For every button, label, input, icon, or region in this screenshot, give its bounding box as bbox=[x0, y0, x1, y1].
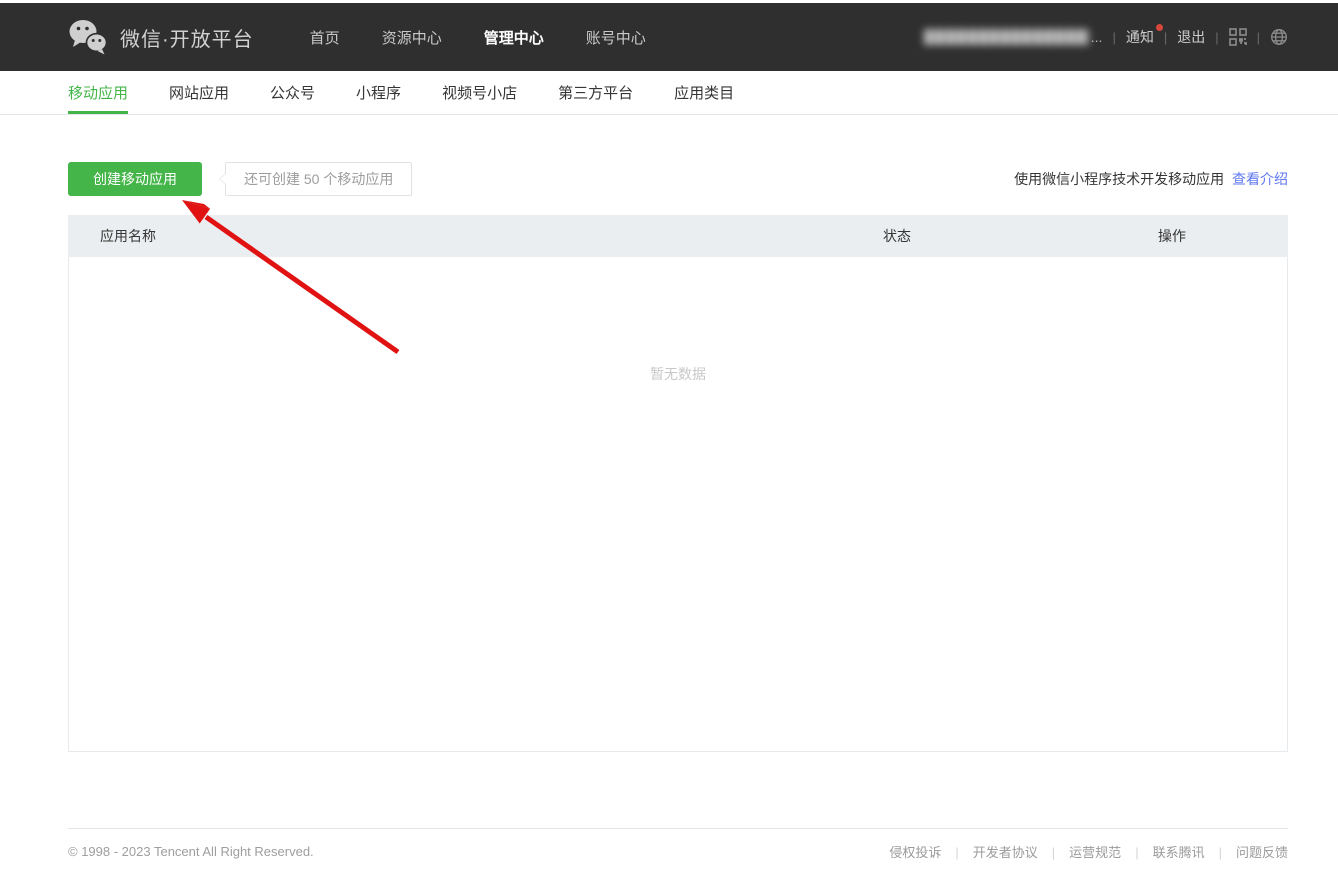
footer: © 1998 - 2023 Tencent All Right Reserved… bbox=[68, 828, 1288, 861]
tab-mobile-app[interactable]: 移动应用 bbox=[68, 71, 128, 114]
tab-app-category[interactable]: 应用类目 bbox=[674, 71, 734, 114]
table-header-row: 应用名称 状态 操作 bbox=[68, 215, 1288, 257]
divider: | bbox=[1257, 30, 1260, 45]
hint-text: 使用微信小程序技术开发移动应用 bbox=[1014, 171, 1224, 187]
tab-channels-shop[interactable]: 视频号小店 bbox=[442, 71, 517, 114]
empty-state-text: 暂无数据 bbox=[69, 257, 1287, 384]
nav-item-home[interactable]: 首页 bbox=[310, 27, 340, 48]
copyright-text: © 1998 - 2023 Tencent All Right Reserved… bbox=[68, 844, 314, 859]
divider: | bbox=[1215, 30, 1218, 45]
toolbar: 创建移动应用 还可创建 50 个移动应用 使用微信小程序技术开发移动应用 查看介… bbox=[68, 162, 1288, 196]
nav-item-account-center[interactable]: 账号中心 bbox=[586, 27, 646, 48]
tab-website-app[interactable]: 网站应用 bbox=[169, 71, 229, 114]
tab-third-party-platform[interactable]: 第三方平台 bbox=[558, 71, 633, 114]
qr-code-icon[interactable] bbox=[1229, 28, 1247, 46]
account-ellipsis: ... bbox=[1091, 29, 1103, 45]
tab-official-account[interactable]: 公众号 bbox=[270, 71, 315, 114]
tab-mini-program[interactable]: 小程序 bbox=[356, 71, 401, 114]
logout-link[interactable]: 退出 bbox=[1177, 27, 1205, 47]
column-header-action: 操作 bbox=[1158, 226, 1288, 246]
app-table: 应用名称 状态 操作 暂无数据 bbox=[68, 215, 1288, 752]
top-nav: 首页 资源中心 管理中心 账号中心 bbox=[310, 27, 646, 48]
footer-link-infringement-complaint[interactable]: 侵权投诉 bbox=[889, 842, 941, 861]
app-type-tabbar: 移动应用 网站应用 公众号 小程序 视频号小店 第三方平台 应用类目 bbox=[0, 71, 1338, 115]
nav-item-resource-center[interactable]: 资源中心 bbox=[382, 27, 442, 48]
divider: | bbox=[1112, 30, 1115, 45]
table-body: 暂无数据 bbox=[68, 257, 1288, 752]
wechat-open-platform-page: 微信·开放平台 首页 资源中心 管理中心 账号中心 ██████████████… bbox=[0, 0, 1338, 883]
footer-links: 侵权投诉 开发者协议 运营规范 联系腾讯 问题反馈 bbox=[889, 842, 1288, 861]
top-right-area: ████████████████ ... | 通知 | 退出 | | bbox=[924, 27, 1288, 47]
divider: | bbox=[1164, 30, 1167, 45]
nav-item-management-center[interactable]: 管理中心 bbox=[484, 27, 544, 48]
brand-title: 微信·开放平台 bbox=[120, 23, 254, 52]
column-header-app-name: 应用名称 bbox=[68, 226, 883, 246]
top-header: 微信·开放平台 首页 资源中心 管理中心 账号中心 ██████████████… bbox=[0, 3, 1338, 71]
column-header-status: 状态 bbox=[883, 226, 1158, 246]
footer-link-developer-agreement[interactable]: 开发者协议 bbox=[941, 842, 1037, 861]
view-intro-link[interactable]: 查看介绍 bbox=[1232, 171, 1288, 187]
create-mobile-app-button[interactable]: 创建移动应用 bbox=[68, 162, 202, 196]
footer-link-feedback[interactable]: 问题反馈 bbox=[1205, 842, 1288, 861]
account-name-masked[interactable]: ████████████████ bbox=[924, 29, 1089, 45]
footer-link-operation-rules[interactable]: 运营规范 bbox=[1038, 842, 1121, 861]
quota-tooltip: 还可创建 50 个移动应用 bbox=[225, 162, 412, 196]
brand[interactable]: 微信·开放平台 bbox=[68, 18, 254, 56]
notification-badge-dot bbox=[1156, 24, 1163, 31]
hint-area: 使用微信小程序技术开发移动应用 查看介绍 bbox=[1014, 169, 1288, 189]
notifications-label: 通知 bbox=[1126, 29, 1154, 45]
wechat-logo-icon bbox=[68, 18, 108, 56]
globe-language-icon[interactable] bbox=[1270, 28, 1288, 46]
footer-link-contact-tencent[interactable]: 联系腾讯 bbox=[1121, 842, 1204, 861]
main-content: 创建移动应用 还可创建 50 个移动应用 使用微信小程序技术开发移动应用 查看介… bbox=[68, 162, 1288, 752]
notifications-link[interactable]: 通知 bbox=[1126, 27, 1154, 47]
